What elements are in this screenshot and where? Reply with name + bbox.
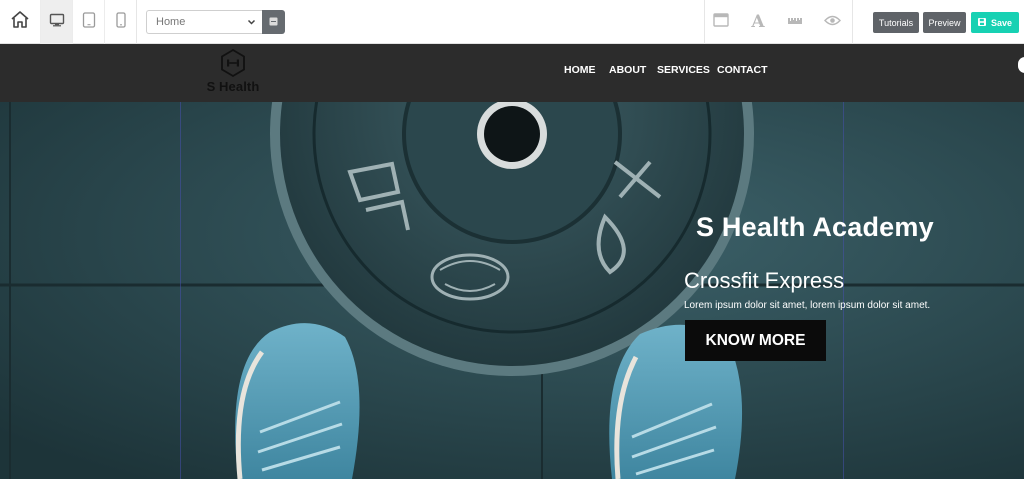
site-navbar: S Health HOME ABOUT SERVICES CONTACT (0, 44, 1024, 102)
desktop-icon (49, 13, 65, 32)
nav-item-contact[interactable]: CONTACT (717, 64, 768, 76)
toolbar-divider (136, 0, 137, 44)
tutorials-button[interactable]: Tutorials (873, 12, 919, 33)
add-page-icon (269, 13, 278, 31)
floppy-disk-icon (977, 17, 986, 28)
hero-section: S Health Academy Crossfit Express Lorem … (0, 102, 1024, 479)
editor-toolbar: Home A Tutorials Preview Save (0, 0, 1024, 44)
know-more-button[interactable]: KNOW MORE (685, 320, 826, 361)
typography-button[interactable]: A (740, 0, 776, 44)
site-logo[interactable]: S Health (204, 48, 262, 94)
save-button-label: Save (990, 17, 1013, 28)
ruler-icon (787, 13, 803, 31)
hero-title: S Health Academy (696, 212, 934, 242)
home-button[interactable] (0, 0, 40, 44)
preview-button[interactable]: Preview (923, 12, 966, 33)
nav-item-about[interactable]: ABOUT (609, 64, 646, 76)
layout-icon (713, 12, 729, 32)
device-tablet-button[interactable] (72, 0, 104, 44)
hero-subtitle: Crossfit Express (684, 268, 845, 293)
toolbar-divider (852, 0, 853, 44)
panel-edge-handle[interactable] (1018, 57, 1024, 73)
nav-item-services[interactable]: SERVICES (657, 64, 710, 76)
device-desktop-button[interactable] (40, 0, 72, 44)
layout-button[interactable] (703, 0, 739, 44)
ruler-button[interactable] (777, 0, 813, 44)
nav-item-home[interactable]: HOME (564, 64, 596, 76)
tablet-icon (82, 11, 96, 33)
page-select-value: Home (156, 16, 186, 28)
device-mobile-button[interactable] (104, 0, 136, 44)
typography-icon: A (751, 12, 765, 32)
preview-toggle-button[interactable] (814, 0, 850, 44)
hero-background-image (0, 102, 1024, 479)
add-page-button[interactable] (262, 10, 285, 34)
layout-guide-line (180, 102, 181, 479)
hero-text: Lorem ipsum dolor sit amet, lorem ipsum … (684, 300, 931, 311)
mobile-icon (115, 11, 126, 33)
chevron-down-icon (247, 16, 256, 31)
eye-icon (823, 13, 841, 31)
page-select[interactable]: Home (146, 10, 262, 34)
home-icon (10, 10, 30, 34)
logo-text: S Health (206, 79, 260, 94)
save-button[interactable]: Save (971, 12, 1019, 33)
dumbbell-hexagon-icon (204, 48, 262, 78)
